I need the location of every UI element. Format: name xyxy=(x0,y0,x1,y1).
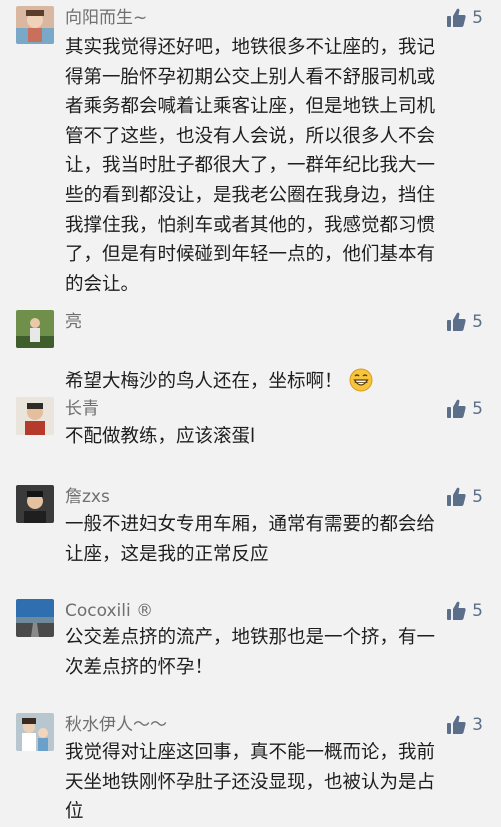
comment-text: 其实我觉得还好吧，地铁很多不让座的，我记 得第一胎怀孕初期公交上别人看不舒服司机… xyxy=(65,37,436,295)
like-count: 3 xyxy=(472,715,483,735)
comment-text: 公交差点挤的流产，地铁那也是一个挤，有一 次差点挤的怀孕！ xyxy=(65,627,436,678)
avatar[interactable] xyxy=(16,713,54,751)
like-button[interactable]: 3 xyxy=(446,713,483,737)
thumbs-up-icon xyxy=(447,312,466,331)
grinning-face-emoji xyxy=(349,368,373,392)
like-count: 5 xyxy=(472,312,483,332)
like-count: 5 xyxy=(472,487,483,507)
comment-text: 不配做教练，应该滚蛋l xyxy=(65,426,256,447)
like-button[interactable]: 5 xyxy=(446,485,483,509)
comment-author[interactable]: 秋水伊人～～ xyxy=(65,713,167,737)
comment-text: 一般不进妇女专用车厢，通常有需要的都会给 让座，这是我的正常反应 xyxy=(65,514,436,565)
thumbs-up-icon xyxy=(447,487,466,506)
thumbs-up-icon xyxy=(447,399,466,418)
like-count: 5 xyxy=(472,601,483,621)
thumbs-up-icon xyxy=(447,601,466,620)
avatar[interactable] xyxy=(16,6,54,44)
comment-text: 希望大梅沙的鸟人还在，坐标啊！ xyxy=(65,337,485,396)
like-button[interactable]: 5 xyxy=(446,599,483,623)
avatar[interactable] xyxy=(16,599,54,637)
comment-author[interactable]: Cocoxili ® xyxy=(65,599,153,623)
comment-author[interactable]: 詹zxs xyxy=(65,485,110,509)
like-count: 5 xyxy=(472,399,483,419)
avatar[interactable] xyxy=(16,310,54,348)
avatar[interactable] xyxy=(16,485,54,523)
like-button[interactable]: 5 xyxy=(446,397,483,421)
avatar[interactable] xyxy=(16,397,54,435)
thumbs-up-icon xyxy=(447,8,466,27)
comment-author[interactable]: 向阳而生~ xyxy=(65,6,147,30)
like-button[interactable]: 5 xyxy=(446,6,483,30)
like-count: 5 xyxy=(472,8,483,28)
like-button[interactable]: 5 xyxy=(446,310,483,334)
thumbs-up-icon xyxy=(447,715,466,734)
comment-text: 我觉得对让座这回事，真不能一概而论，我前 天坐地铁刚怀孕肚子还没显现，也被认为是… xyxy=(65,742,436,823)
comment-author[interactable]: 长青 xyxy=(65,397,99,421)
comment-author[interactable]: 亮 xyxy=(65,310,82,334)
comment-text-body: 希望大梅沙的鸟人还在，坐标啊！ xyxy=(65,370,343,392)
